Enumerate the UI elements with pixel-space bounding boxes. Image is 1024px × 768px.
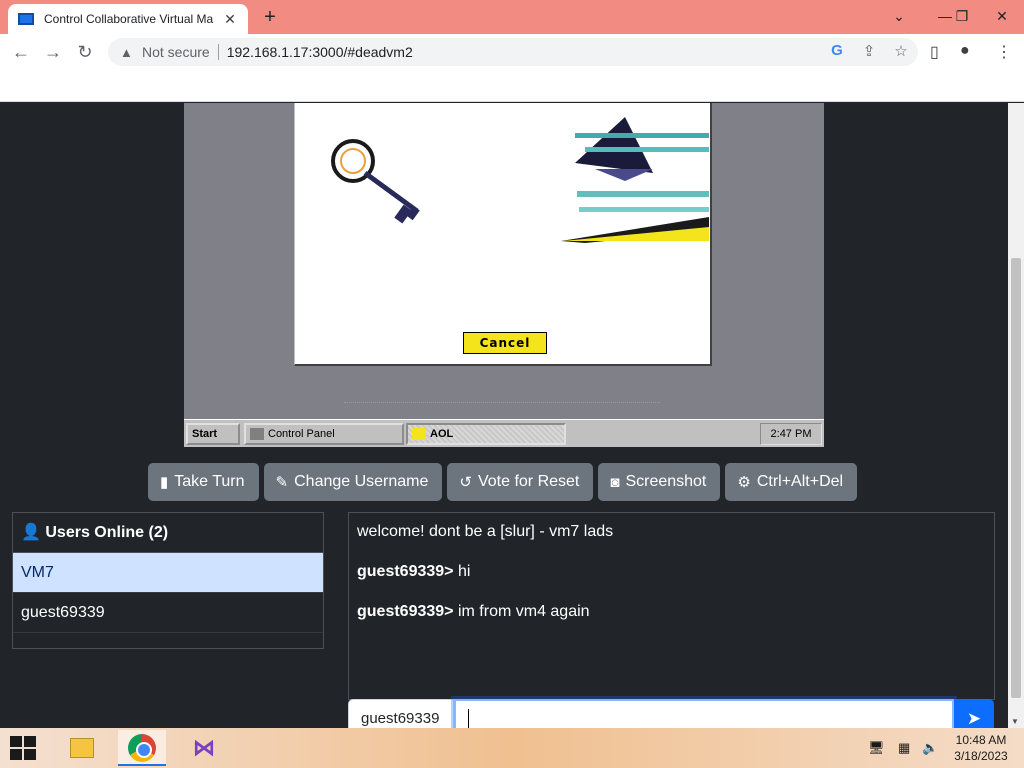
vm-screen[interactable]: Cancel Start Control Panel AOL 2:47 PM — [184, 103, 824, 447]
visual-studio-icon: ⋈ — [193, 735, 215, 760]
chat-message-text: hi — [453, 563, 471, 580]
warning-icon[interactable]: ▲ — [120, 45, 138, 60]
camera-icon: ◙ — [610, 473, 620, 491]
aol-logo-art — [561, 117, 709, 243]
tab-search-chevron-icon[interactable]: ⌄ — [876, 0, 922, 34]
clock-time: 10:48 AM — [955, 733, 1007, 747]
clock-date: 3/18/2023 — [954, 749, 1008, 763]
page-content: Cancel Start Control Panel AOL 2:47 PM ▮… — [0, 103, 1008, 728]
task-control-panel[interactable]: Control Panel — [244, 423, 404, 445]
change-username-button[interactable]: ✎ Change Username — [263, 463, 443, 501]
take-turn-button[interactable]: ▮ Take Turn — [148, 463, 259, 501]
side-panel-icon[interactable]: ▯ — [930, 42, 939, 62]
not-secure-label[interactable]: Not secure — [142, 44, 210, 60]
share-icon[interactable]: ⇪ — [860, 42, 878, 60]
chat-log: welcome! dont be a [slur] - vm7 lads gue… — [348, 512, 995, 700]
address-divider — [217, 44, 219, 60]
profile-avatar-icon[interactable]: ● — [960, 42, 970, 60]
browser-menu-icon[interactable]: ⋮ — [996, 42, 1012, 62]
windows-taskbar: ⋈ 🖥 ▦ 🔈 10:48 AM 3/18/2023 — [0, 728, 1024, 768]
vm-controls: ▮ Take Turn ✎ Change Username ↺ Vote for… — [148, 463, 858, 501]
user-item-guest[interactable]: guest69339 — [13, 593, 323, 633]
volume-icon[interactable]: 🔈 — [922, 740, 938, 756]
win95-start-label: Start — [192, 428, 218, 440]
send-button[interactable]: ➤ — [954, 699, 994, 728]
scroll-down-arrow-icon[interactable]: ▼ — [1011, 717, 1019, 726]
system-clock[interactable]: 10:48 AM 3/18/2023 — [948, 732, 1014, 764]
screenshot-label: Screenshot — [625, 473, 707, 490]
task-aol[interactable]: AOL — [406, 423, 566, 445]
browser-tab-strip: Control Collaborative Virtual Ma ✕ + ⌄ —… — [0, 0, 1024, 34]
task-control-panel-label: Control Panel — [268, 428, 335, 440]
address-bar-actions: G ⇪ ☆ — [828, 42, 910, 60]
text-caret — [468, 709, 469, 728]
user-icon: 👤 — [21, 524, 41, 541]
forward-arrow-icon[interactable]: → — [40, 40, 66, 64]
page-scrollbar[interactable]: ▼ — [1008, 103, 1024, 728]
vm-desktop-divider — [344, 402, 660, 404]
mouse-icon: ▮ — [160, 474, 169, 491]
ctrl-alt-del-button[interactable]: ⚙ Ctrl+Alt+Del — [725, 463, 858, 501]
back-arrow-icon[interactable]: ← — [8, 40, 34, 64]
browser-toolbar: ← → ↻ ▲ Not secure 192.168.1.17:3000/#de… — [0, 34, 1024, 70]
chat-message-text: welcome! dont be a [slur] - vm7 lads — [357, 523, 614, 540]
visual-studio-button[interactable]: ⋈ — [180, 730, 228, 766]
users-online-header: 👤 Users Online (2) — [13, 513, 323, 553]
change-username-label: Change Username — [294, 473, 429, 490]
vote-reset-label: Vote for Reset — [477, 473, 580, 490]
aol-dialog: Cancel — [294, 103, 712, 366]
win95-start-button[interactable]: Start — [186, 423, 240, 445]
users-online-panel: 👤 Users Online (2) VM7 guest69339 — [12, 512, 324, 649]
chat-username-label: guest69339 — [348, 699, 454, 728]
vote-reset-button[interactable]: ↺ Vote for Reset — [447, 463, 594, 501]
chat-input[interactable] — [454, 699, 954, 728]
chat-message: guest69339> hi — [357, 563, 986, 603]
dialog-graphics — [331, 117, 709, 243]
take-turn-label: Take Turn — [174, 473, 245, 490]
new-tab-button[interactable]: + — [256, 6, 284, 30]
network-icon[interactable]: ▦ — [898, 740, 910, 756]
chat-message-user: guest69339> — [357, 603, 454, 620]
aol-icon — [412, 428, 426, 440]
windows-start-icon[interactable] — [10, 736, 38, 760]
chat-message-user: guest69339> — [357, 563, 454, 580]
close-tab-icon[interactable]: ✕ — [222, 11, 238, 28]
file-explorer-button[interactable] — [58, 730, 106, 766]
page-top-area — [0, 70, 1024, 102]
reload-icon[interactable]: ↻ — [72, 40, 98, 64]
chrome-icon — [128, 734, 156, 762]
paper-plane-icon: ➤ — [966, 709, 982, 728]
chrome-taskbar-button[interactable] — [118, 730, 166, 766]
task-aol-label: AOL — [430, 428, 454, 440]
rotate-left-icon: ↺ — [459, 474, 472, 491]
chat-message: guest69339> im from vm4 again — [357, 603, 986, 643]
key-icon — [331, 139, 420, 224]
folder-icon — [70, 738, 94, 758]
win95-clock: 2:47 PM — [760, 423, 822, 445]
google-icon[interactable]: G — [828, 42, 846, 60]
gear-icon: ⚙ — [737, 474, 751, 491]
tab-title: Control Collaborative Virtual Ma — [44, 12, 214, 26]
monitor-icon — [18, 13, 34, 25]
users-online-title: Users Online (2) — [45, 524, 169, 541]
url-text[interactable]: 192.168.1.17:3000/#deadvm2 — [227, 44, 413, 60]
address-bar[interactable]: ▲ Not secure 192.168.1.17:3000/#deadvm2 … — [108, 38, 918, 66]
ctrl-alt-del-label: Ctrl+Alt+Del — [756, 473, 844, 490]
control-panel-icon — [250, 428, 264, 440]
chat-input-row: guest69339 ➤ — [348, 699, 995, 728]
restore-button[interactable]: ❐ — [942, 0, 982, 34]
win95-taskbar: Start Control Panel AOL 2:47 PM — [184, 419, 824, 447]
network-error-icon[interactable]: 🖥 — [868, 740, 885, 756]
screenshot-button[interactable]: ◙ Screenshot — [598, 463, 721, 501]
chat-message-text: im from vm4 again — [453, 603, 590, 620]
cancel-button[interactable]: Cancel — [463, 332, 547, 354]
chat-message: welcome! dont be a [slur] - vm7 lads — [357, 523, 986, 563]
user-item-vm7[interactable]: VM7 — [13, 553, 323, 593]
bookmark-star-icon[interactable]: ☆ — [892, 42, 910, 60]
user-edit-icon: ✎ — [275, 474, 289, 491]
scrollbar-thumb[interactable] — [1011, 258, 1021, 698]
browser-tab[interactable]: Control Collaborative Virtual Ma ✕ — [8, 4, 248, 34]
close-window-button[interactable]: ✕ — [980, 0, 1024, 34]
